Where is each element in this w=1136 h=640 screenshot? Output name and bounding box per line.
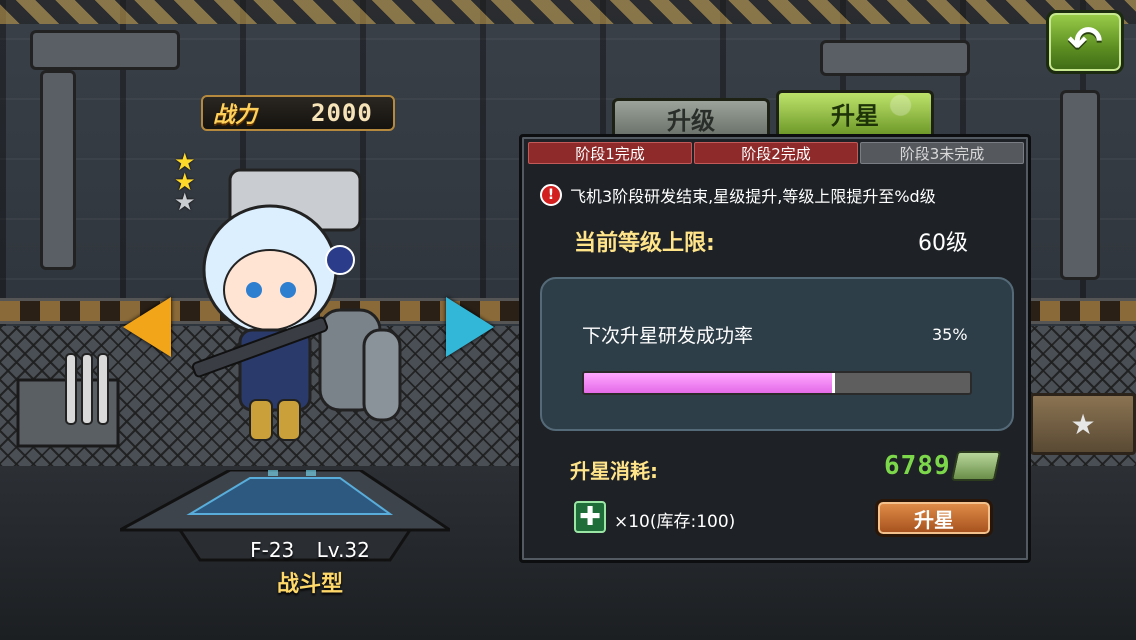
power-label: 战力: [213, 103, 258, 128]
star-up-panel: 阶段1完成 阶段2完成 阶段3未完成 ! 飞机3阶段研发结束,星级提升,等级上限…: [519, 134, 1031, 563]
plus-cross-icon: ✚: [574, 501, 606, 533]
success-rate-bar: [582, 371, 972, 395]
exclamation-icon: !: [540, 184, 562, 206]
tab-upgrade[interactable]: 升级: [612, 98, 770, 136]
success-rate-box: 下次升星研发成功率 35%: [540, 277, 1014, 431]
star-up-button[interactable]: 升星: [875, 499, 993, 537]
ammo-rack-decoration: [16, 353, 120, 448]
success-rate-percent: 35%: [932, 325, 968, 344]
back-arrow-icon: ↶: [1067, 17, 1103, 66]
star-icon: ★: [1070, 407, 1096, 441]
level-cap-value: 60级: [918, 231, 968, 256]
plane-name: F-23 Lv.32: [210, 538, 410, 562]
stage-1-indicator: 阶段1完成: [528, 142, 692, 164]
notice-text: 飞机3阶段研发结束,星级提升,等级上限提升至%d级: [570, 187, 936, 206]
stage-2-indicator: 阶段2完成: [694, 142, 858, 164]
hazard-stripe: [0, 0, 1136, 24]
stage-notice: ! 飞机3阶段研发结束,星级提升,等级上限提升至%d级: [540, 181, 1020, 209]
plane-model: F-23: [250, 538, 295, 562]
plane-level: Lv.32: [316, 538, 370, 562]
robot-arm-right-post: [1060, 90, 1100, 280]
supply-crate: ★: [1030, 393, 1136, 455]
success-rate-bar-fill: [584, 373, 835, 393]
pilot-character: [191, 168, 402, 441]
money-stack-icon: [950, 451, 1002, 481]
next-plane-arrow[interactable]: [446, 297, 494, 357]
level-cap-label: 当前等级上限:: [574, 231, 715, 256]
cost-item-text: ×10(库存:100): [614, 512, 736, 532]
power-badge: 战力 2000: [201, 95, 395, 131]
plane-type: 战斗型: [276, 572, 343, 597]
stage-3-indicator: 阶段3未完成: [860, 142, 1024, 164]
robot-arm-left: [30, 30, 180, 70]
robot-arm-right: [820, 40, 970, 76]
back-button[interactable]: ↶: [1046, 10, 1124, 74]
success-rate-label: 下次升星研发成功率: [582, 325, 754, 347]
power-value: 2000: [311, 99, 373, 127]
robot-arm-left-post: [40, 70, 76, 270]
cost-money-value: 6789: [884, 451, 951, 481]
tab-star-up[interactable]: 升星: [776, 90, 934, 134]
cost-label: 升星消耗:: [570, 459, 658, 483]
